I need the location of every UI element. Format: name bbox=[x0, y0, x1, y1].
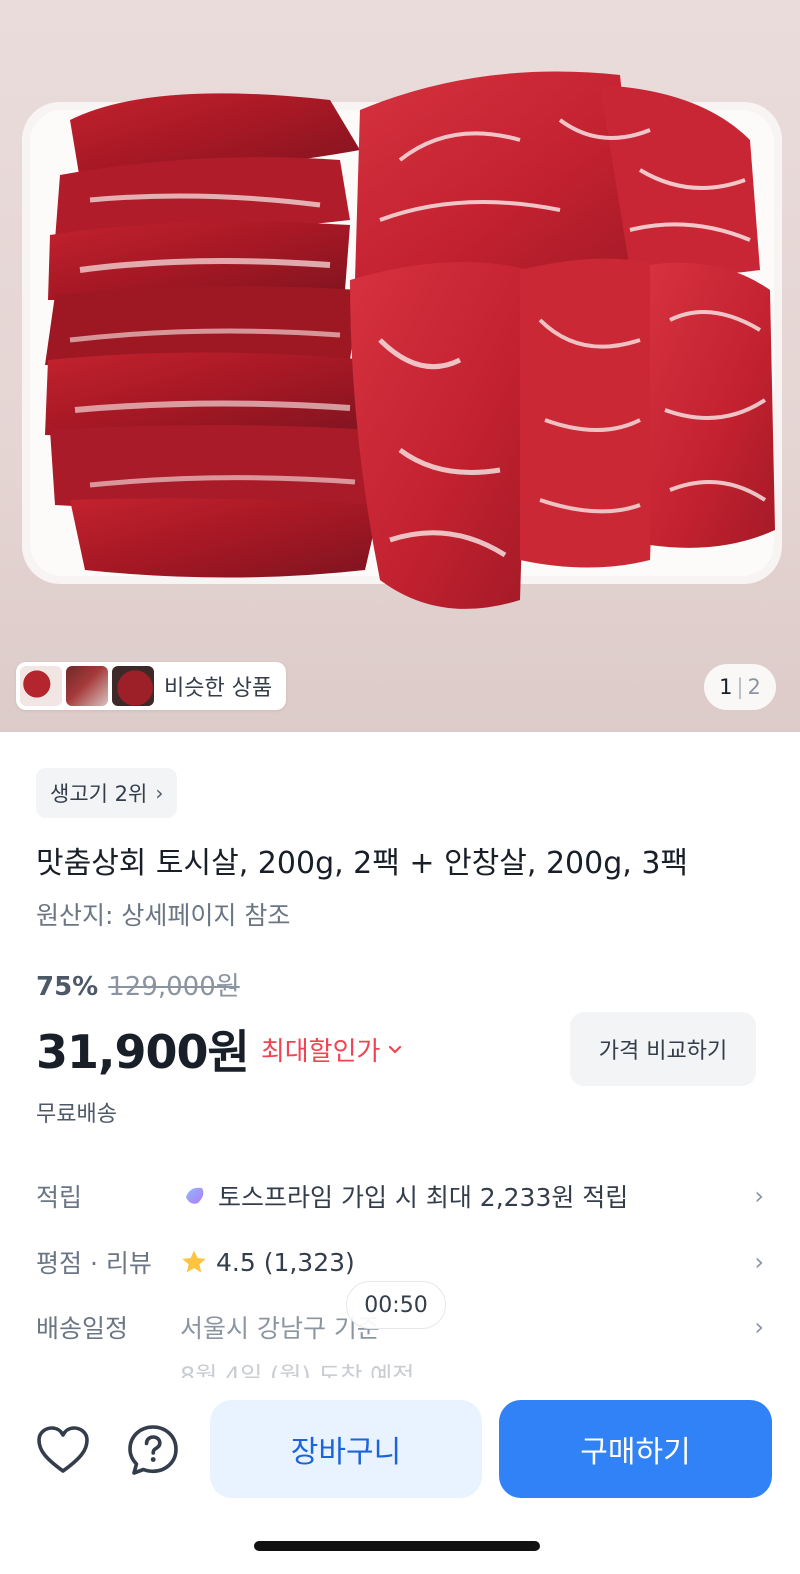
similar-product-thumbnail bbox=[20, 666, 62, 706]
info-row-point[interactable]: 적립 토스프라임 가입 시 최대 2,233원 적립 › bbox=[36, 1174, 764, 1218]
similar-products-label: 비슷한 상품 bbox=[164, 676, 273, 701]
delivery-label: 배송일정 bbox=[36, 1314, 129, 1343]
rank-label: 생고기 2위 bbox=[50, 782, 148, 806]
similar-product-thumbnail bbox=[66, 666, 108, 706]
product-photo bbox=[22, 71, 782, 609]
heart-icon bbox=[37, 1426, 89, 1473]
rating-label: 평점 · 리뷰 bbox=[36, 1249, 152, 1278]
compare-price-button[interactable]: 가격 비교하기 bbox=[570, 1012, 756, 1086]
max-discount-label: 최대할인가 bbox=[260, 1036, 381, 1067]
max-discount-toggle[interactable]: 최대할인가 bbox=[261, 1031, 405, 1068]
chevron-right-icon: › bbox=[754, 1313, 764, 1341]
inquiry-button[interactable] bbox=[123, 1420, 183, 1480]
page-current: 1 bbox=[719, 675, 733, 699]
wishlist-button[interactable] bbox=[33, 1420, 93, 1480]
price-row: 31,900원 최대할인가 bbox=[36, 1016, 404, 1082]
similar-products-chip[interactable]: 비슷한 상품 bbox=[16, 662, 287, 710]
point-value: 토스프라임 가입 시 최대 2,233원 적립 bbox=[218, 1183, 629, 1212]
rating-value: 4.5 (1,323) bbox=[216, 1247, 355, 1277]
discount-row: 75% 129,000원 bbox=[36, 966, 240, 1003]
add-to-cart-button[interactable]: 장바구니 bbox=[210, 1400, 482, 1498]
product-origin: 원산지: 상세페이지 참조 bbox=[36, 901, 291, 930]
category-rank-chip[interactable]: 생고기 2위 › bbox=[36, 768, 178, 818]
page-total: 2 bbox=[747, 675, 761, 699]
point-label: 적립 bbox=[36, 1183, 83, 1212]
timer-badge: 00:50 bbox=[346, 1281, 446, 1329]
product-image-gallery[interactable]: 비슷한 상품 1 | 2 bbox=[0, 0, 800, 732]
info-row-rating[interactable]: 평점 · 리뷰 4.5 (1,323) › bbox=[36, 1240, 764, 1284]
question-icon bbox=[128, 1425, 178, 1475]
product-title: 맛춤상회 토시살, 200g, 2팩 + 안창살, 200g, 3팩 bbox=[36, 846, 689, 881]
buy-now-button[interactable]: 구매하기 bbox=[499, 1400, 772, 1498]
chevron-right-icon: › bbox=[754, 1248, 764, 1276]
chevron-right-icon: › bbox=[754, 1182, 764, 1210]
discount-rate: 75% bbox=[36, 972, 99, 1002]
home-indicator[interactable] bbox=[254, 1541, 540, 1551]
similar-product-thumbnail bbox=[112, 666, 154, 706]
chevron-down-icon bbox=[389, 1045, 402, 1054]
star-icon bbox=[182, 1250, 206, 1273]
image-page-indicator: 1 | 2 bbox=[704, 664, 776, 710]
toss-prime-icon bbox=[186, 1187, 204, 1204]
sale-price: 31,900원 bbox=[36, 1025, 250, 1079]
original-price: 129,000원 bbox=[108, 972, 240, 1002]
delivery-value: 서울시 강남구 기준 bbox=[180, 1314, 380, 1343]
shipping-info: 무료배송 bbox=[36, 1102, 117, 1127]
page-separator: | bbox=[736, 675, 744, 699]
chevron-right-icon: › bbox=[155, 781, 164, 805]
